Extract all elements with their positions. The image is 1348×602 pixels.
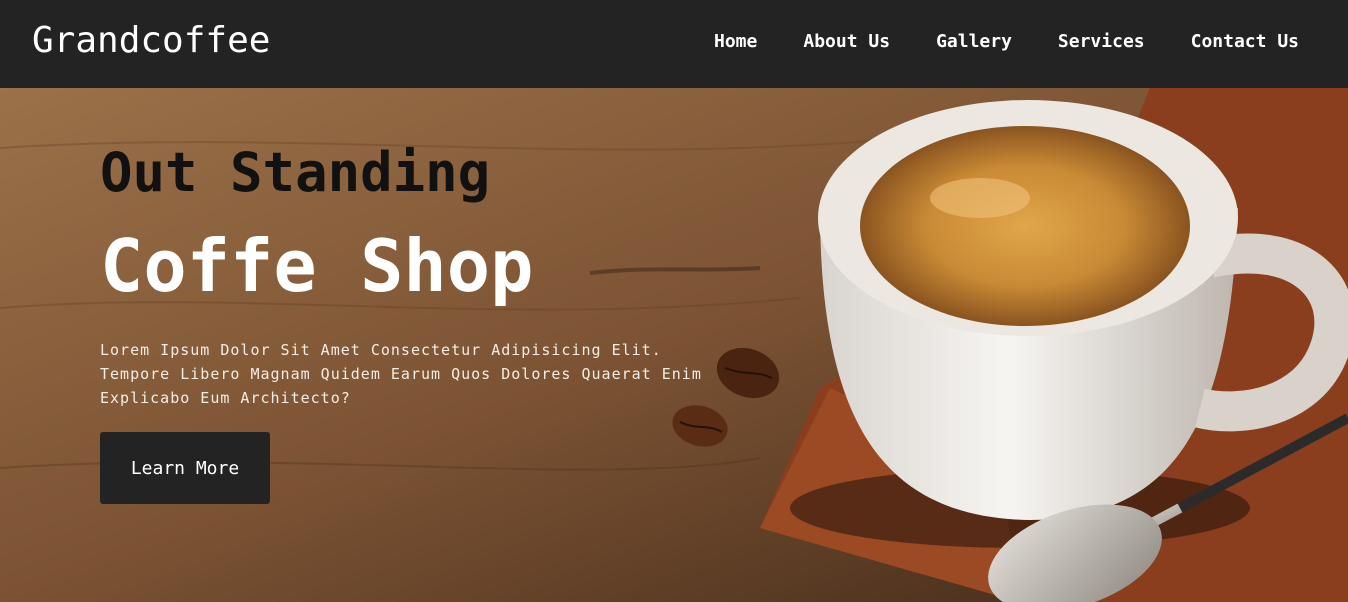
- main-nav: Home About Us Gallery Services Contact U…: [714, 31, 1299, 52]
- hero-section: Out Standing Coffe Shop Lorem Ipsum Dolo…: [0, 88, 1348, 602]
- nav-link-home[interactable]: Home: [714, 31, 757, 52]
- nav-link-services[interactable]: Services: [1058, 31, 1145, 52]
- navbar: Grandcoffee Home About Us Gallery Servic…: [0, 0, 1348, 88]
- hero-headline-line2: Coffe Shop: [100, 224, 534, 308]
- nav-link-contact-us[interactable]: Contact Us: [1191, 31, 1299, 52]
- learn-more-button[interactable]: Learn More: [100, 432, 270, 504]
- nav-link-about-us[interactable]: About Us: [803, 31, 890, 52]
- hero-description: Lorem Ipsum Dolor Sit Amet Consectetur A…: [100, 341, 702, 407]
- site-logo[interactable]: Grandcoffee: [32, 20, 270, 61]
- nav-link-gallery[interactable]: Gallery: [936, 31, 1012, 52]
- hero-headline-line1: Out Standing: [100, 141, 491, 204]
